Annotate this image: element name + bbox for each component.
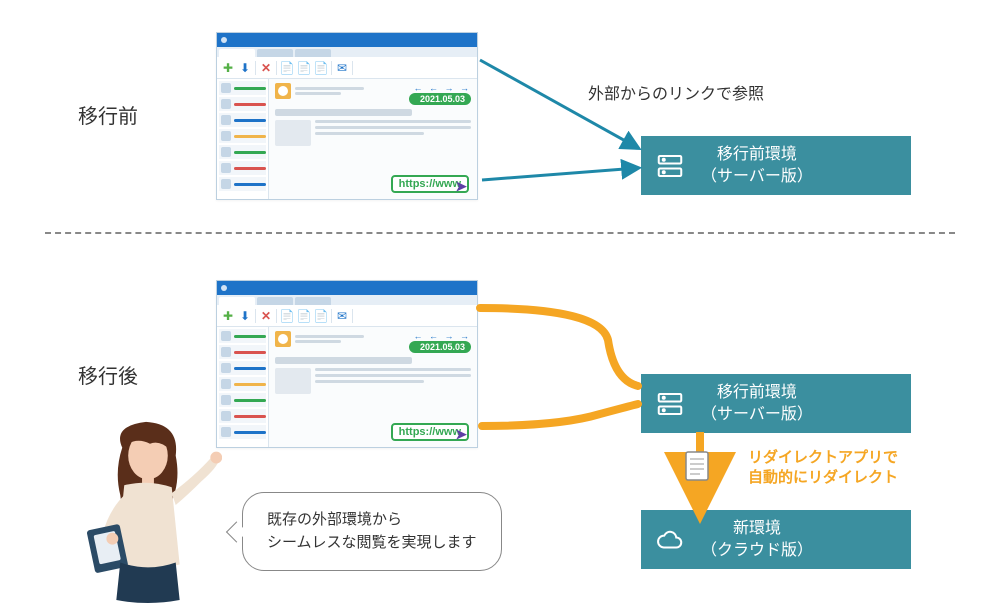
label-after: 移行後 <box>78 360 138 389</box>
avatar-icon <box>275 83 291 99</box>
person-illustration <box>72 416 222 604</box>
download-icon: ⬇ <box>238 61 252 75</box>
server-icon <box>653 149 687 183</box>
env-before-server: 移行前環境 （サーバー版） <box>641 136 911 195</box>
env-after-new-line2: （クラウド版） <box>701 540 813 562</box>
date-badge: 2021.05.03 <box>409 341 471 353</box>
bubble-line2: シームレスな閲覧を実現します <box>267 532 477 555</box>
app-main: ← ← → → 2021.05.03 https://www ➤ <box>269 79 477 199</box>
arrow-after-url <box>482 404 638 426</box>
server-icon <box>653 387 687 421</box>
redirect-line1: リダイレクトアプリで <box>748 448 898 468</box>
delete-icon: ✕ <box>259 309 273 323</box>
app-sidebar <box>217 79 269 199</box>
app-main: ← ← → → 2021.05.03 https://www ➤ <box>269 327 477 447</box>
app-titlebar <box>217 33 477 47</box>
external-link-label: 外部からのリンクで参照 <box>588 80 764 104</box>
url-box: https://www ➤ <box>391 175 469 193</box>
env-before-line2: （サーバー版） <box>701 166 813 188</box>
url-box: https://www ➤ <box>391 423 469 441</box>
doc-icon: 📄 <box>314 61 328 75</box>
nav-arrows: ← ← → → <box>413 331 471 341</box>
env-after-new-line1: 新環境 <box>701 518 813 540</box>
app-window-after: ✚ ⬇ ✕ 📄 📄 📄 ✉ ← ← <box>216 280 478 448</box>
thumbnail <box>275 368 311 394</box>
env-after-old-line2: （サーバー版） <box>701 404 813 426</box>
app-toolbar: ✚ ⬇ ✕ 📄 📄 📄 ✉ <box>217 57 477 79</box>
speech-bubble: 既存の外部環境から シームレスな閲覧を実現します <box>242 492 502 571</box>
doc-icon: 📄 <box>314 309 328 323</box>
thumbnail <box>275 120 311 146</box>
redirect-line2: 自動的にリダイレクト <box>748 468 898 488</box>
app-tabs <box>217 47 477 57</box>
arrow-after-top <box>480 308 638 386</box>
env-after-new-cloud: 新環境 （クラウド版） <box>641 510 911 569</box>
doc-icon: 📄 <box>280 61 294 75</box>
delete-icon: ✕ <box>259 61 273 75</box>
date-badge: 2021.05.03 <box>409 93 471 105</box>
doc-icon: 📄 <box>297 61 311 75</box>
section-divider <box>45 232 955 234</box>
mail-icon: ✉ <box>335 61 349 75</box>
plus-icon: ✚ <box>221 309 235 323</box>
bubble-line1: 既存の外部環境から <box>267 509 477 532</box>
plus-icon: ✚ <box>221 61 235 75</box>
env-after-old-line1: 移行前環境 <box>701 382 813 404</box>
doc-icon: 📄 <box>280 309 294 323</box>
app-sidebar <box>217 327 269 447</box>
redirect-label: リダイレクトアプリで 自動的にリダイレクト <box>748 448 898 487</box>
mail-icon: ✉ <box>335 309 349 323</box>
cloud-icon <box>653 523 687 557</box>
cursor-icon: ➤ <box>455 178 467 195</box>
cursor-icon: ➤ <box>455 426 467 443</box>
app-toolbar: ✚ ⬇ ✕ 📄 📄 📄 ✉ <box>217 305 477 327</box>
app-window-before: ✚ ⬇ ✕ 📄 📄 📄 ✉ ← ← <box>216 32 478 200</box>
env-before-line1: 移行前環境 <box>701 144 813 166</box>
document-icon <box>686 452 708 480</box>
avatar-icon <box>275 331 291 347</box>
doc-icon: 📄 <box>297 309 311 323</box>
arrow-before-top <box>480 60 638 148</box>
download-icon: ⬇ <box>238 309 252 323</box>
app-tabs <box>217 295 477 305</box>
app-titlebar <box>217 281 477 295</box>
label-before: 移行前 <box>78 100 138 129</box>
env-after-old-server: 移行前環境 （サーバー版） <box>641 374 911 433</box>
nav-arrows: ← ← → → <box>413 83 471 93</box>
arrow-before-url <box>482 168 638 180</box>
